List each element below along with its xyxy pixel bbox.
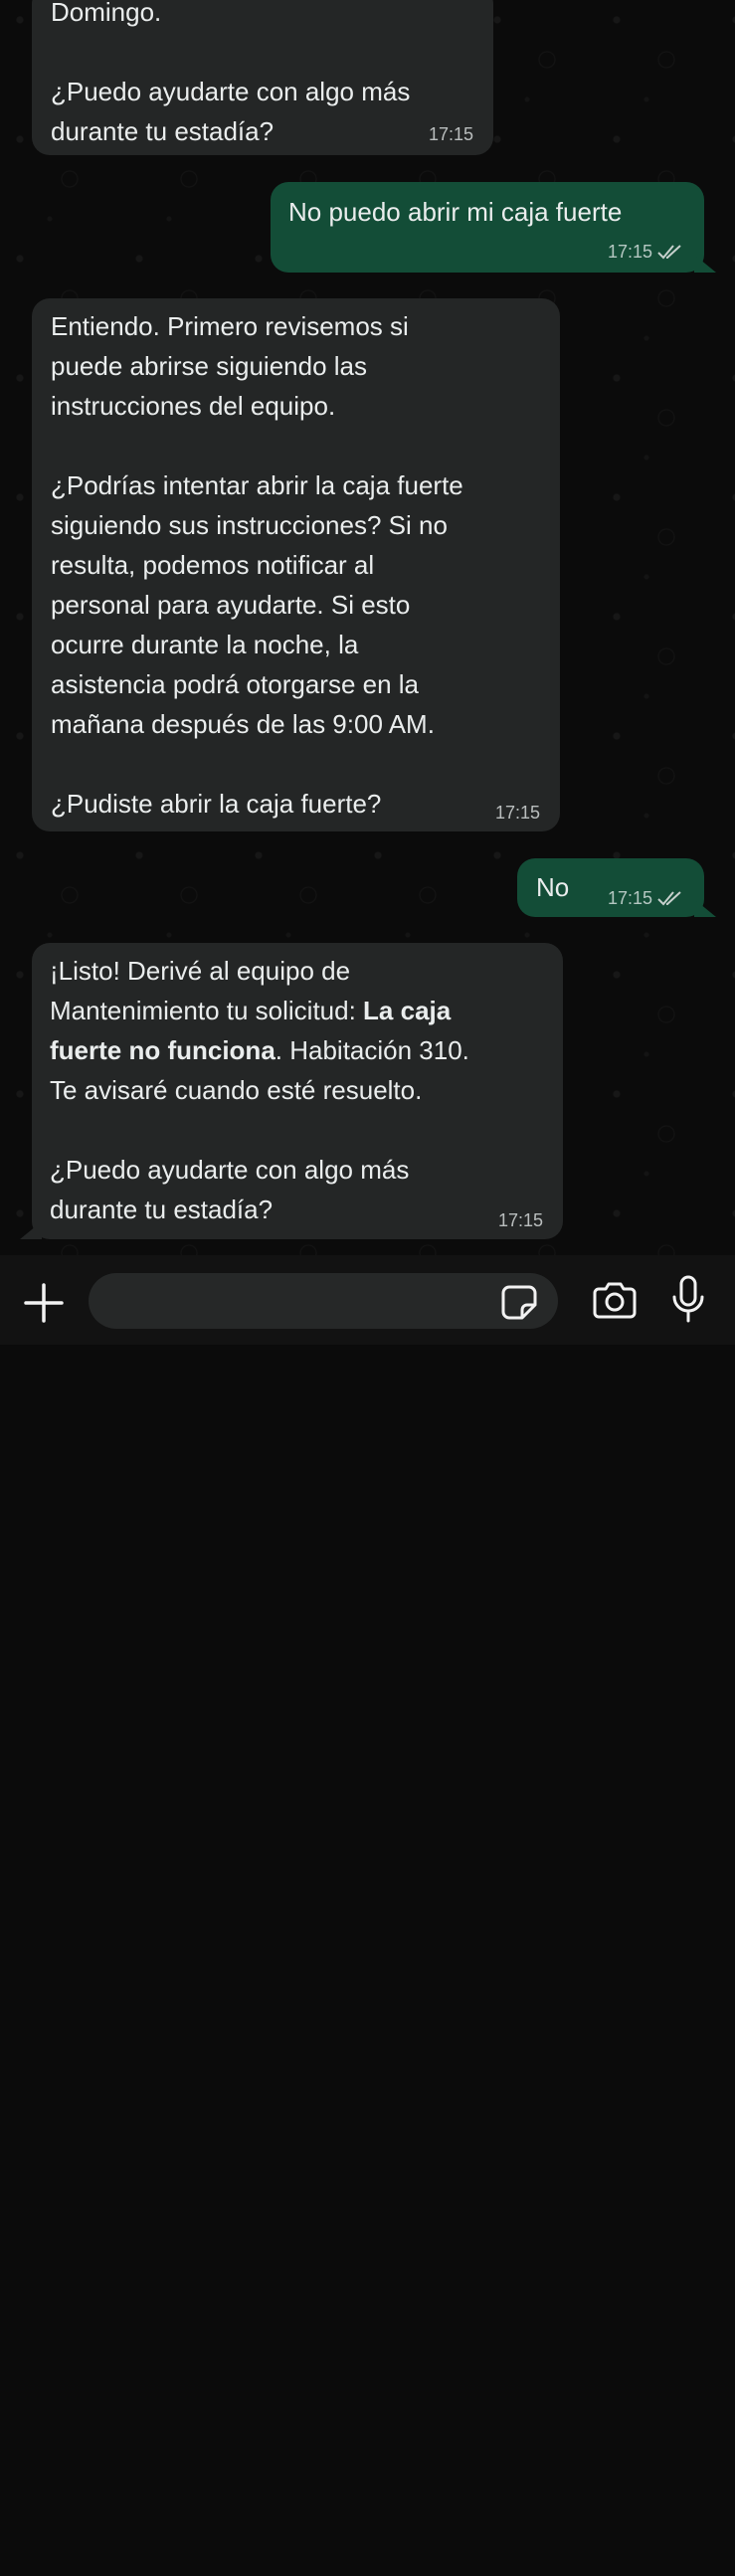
message-meta: 17:15 bbox=[498, 1209, 543, 1231]
message-time: 17:15 bbox=[494, 803, 540, 823]
camera-icon[interactable] bbox=[591, 1281, 639, 1321]
message-text: ¿Puedo ayudarte con algo más durante tu … bbox=[51, 77, 411, 146]
message-bubble-outgoing[interactable]: No 17:15 bbox=[517, 858, 716, 917]
message-bubble-outgoing[interactable]: No puedo abrir mi caja fuerte 17:15 bbox=[271, 182, 716, 273]
bubble-tail bbox=[694, 255, 716, 273]
message-text: ¿Pudiste abrir la caja fuerte? bbox=[51, 789, 382, 819]
message-text-line: . Habitación 310. bbox=[275, 1035, 469, 1065]
message-time: 17:15 bbox=[497, 1210, 543, 1230]
bubble-tail bbox=[20, 1221, 42, 1239]
message-text: Entiendo. Primero revisemos si puede abr… bbox=[51, 311, 409, 421]
chat-area: Domingo. ¿Puedo ayudarte con algo más du… bbox=[0, 0, 735, 1255]
read-ticks-icon bbox=[657, 891, 681, 906]
message-time: 17:15 bbox=[428, 124, 473, 144]
message-text: ¡Listo! Derivé al equipo de Mantenimient… bbox=[50, 951, 543, 1110]
message-bubble-incoming[interactable]: Entiendo. Primero revisemos si puede abr… bbox=[32, 298, 560, 831]
message-meta: 17:15 bbox=[429, 123, 473, 145]
microphone-icon[interactable] bbox=[668, 1275, 708, 1325]
message-text-line: Mantenimiento tu solicitud: bbox=[50, 996, 364, 1025]
message-meta: 17:15 bbox=[608, 241, 684, 263]
read-ticks-icon bbox=[657, 245, 681, 260]
message-text: ¿Puedo ayudarte con algo más durante tu … bbox=[50, 1155, 410, 1224]
message-input[interactable] bbox=[89, 1273, 558, 1329]
message-time: 17:15 bbox=[607, 888, 652, 908]
message-meta: 17:15 bbox=[495, 802, 540, 824]
message-text: No puedo abrir mi caja fuerte bbox=[288, 197, 623, 227]
sticker-icon[interactable] bbox=[499, 2538, 537, 2576]
message-text-line: Te avisaré cuando esté resuelto. bbox=[50, 1075, 423, 1105]
sticker-icon[interactable] bbox=[500, 1283, 538, 1321]
message-bubble-incoming[interactable]: ¡Listo! Derivé al equipo de Mantenimient… bbox=[20, 943, 563, 1239]
composer-bar bbox=[0, 1255, 735, 1345]
message-bubble-incoming[interactable]: Domingo. ¿Puedo ayudarte con algo más du… bbox=[32, 0, 493, 155]
plus-icon[interactable] bbox=[22, 1281, 66, 1325]
message-text: ¿Podrías intentar abrir la caja fuerte s… bbox=[51, 470, 463, 739]
message-text-bold: fuerte no funciona bbox=[50, 1035, 276, 1065]
bubble-tail bbox=[694, 899, 716, 917]
message-meta: 17:15 bbox=[608, 887, 684, 909]
message-time: 17:15 bbox=[607, 242, 652, 262]
message-text-bold: La caja bbox=[363, 996, 452, 1025]
message-text-line: ¡Listo! Derivé al equipo de bbox=[50, 956, 351, 986]
message-text: Domingo. bbox=[51, 0, 162, 27]
